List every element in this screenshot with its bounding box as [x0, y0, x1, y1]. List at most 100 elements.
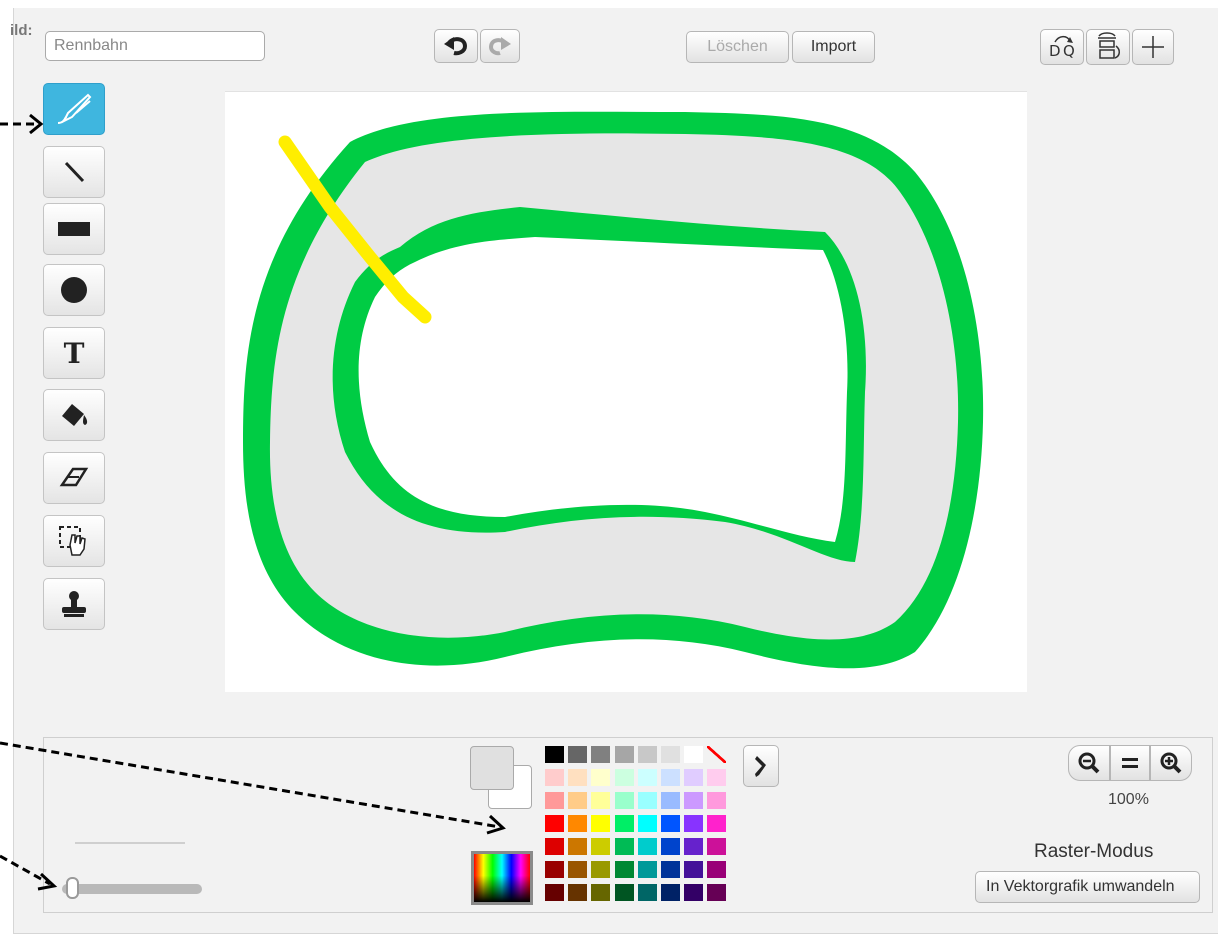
color-swatch[interactable]	[568, 769, 588, 786]
brush-size-slider[interactable]	[62, 884, 202, 894]
color-swatch[interactable]	[591, 884, 611, 901]
color-swatch[interactable]	[591, 792, 611, 809]
color-swatch[interactable]	[684, 861, 704, 878]
tool-line[interactable]	[43, 146, 105, 198]
eraser-icon	[59, 467, 89, 487]
flip-horizontal-button[interactable]: D Q	[1040, 29, 1084, 65]
color-swatch[interactable]	[568, 838, 588, 855]
tool-rectangle[interactable]	[43, 203, 105, 255]
color-swatch[interactable]	[637, 884, 657, 901]
tool-select[interactable]	[43, 515, 105, 567]
color-swatch[interactable]	[661, 746, 680, 763]
color-swatch[interactable]	[637, 746, 657, 763]
color-swatch[interactable]	[591, 769, 611, 786]
color-swatch[interactable]	[637, 861, 657, 878]
color-swatch[interactable]	[684, 838, 704, 855]
color-swatch[interactable]	[661, 838, 680, 855]
color-swatch[interactable]	[545, 861, 564, 878]
color-swatch[interactable]	[614, 769, 634, 786]
costume-name-input[interactable]	[45, 31, 265, 61]
tool-stamp[interactable]	[43, 578, 105, 630]
color-swatch[interactable]	[637, 838, 657, 855]
track-infield	[358, 237, 848, 542]
color-palette	[545, 746, 735, 906]
color-swatch[interactable]	[568, 884, 588, 901]
zoom-level: 100%	[1108, 791, 1149, 808]
color-swatch[interactable]	[637, 815, 657, 832]
color-swatch[interactable]	[637, 769, 657, 786]
color-swatch[interactable]	[684, 884, 704, 901]
brush-icon	[57, 93, 92, 124]
mode-label: Raster-Modus	[1034, 841, 1154, 862]
color-swatch[interactable]	[661, 769, 680, 786]
color-swatch[interactable]	[568, 746, 588, 763]
rectangle-icon	[58, 222, 90, 236]
zoom-in-button[interactable]	[1150, 745, 1192, 781]
color-swatch[interactable]	[614, 884, 634, 901]
convert-to-vector-button[interactable]: In Vektorgrafik umwandeln	[975, 871, 1200, 903]
transparent-swatch[interactable]	[707, 746, 727, 763]
tool-ellipse[interactable]	[43, 264, 105, 316]
color-swatch[interactable]	[568, 861, 588, 878]
color-swatch[interactable]	[568, 792, 588, 809]
tool-brush[interactable]	[43, 83, 105, 135]
color-swatch[interactable]	[661, 884, 680, 901]
color-swatch[interactable]	[614, 861, 634, 878]
undo-button[interactable]	[434, 29, 478, 63]
eyedropper-button[interactable]	[743, 745, 779, 787]
color-swatch[interactable]	[707, 861, 727, 878]
zoom-out-button[interactable]	[1068, 745, 1110, 781]
zoom-reset-button[interactable]	[1110, 745, 1150, 781]
color-swatch[interactable]	[545, 884, 564, 901]
brush-size-slider-thumb[interactable]	[66, 877, 79, 899]
color-swatch[interactable]	[707, 792, 727, 809]
color-swatch[interactable]	[614, 838, 634, 855]
primary-color-swatch[interactable]	[470, 746, 514, 790]
color-swatch[interactable]	[707, 884, 727, 901]
zoom-reset-icon	[1122, 758, 1138, 768]
color-spectrum-button[interactable]	[471, 851, 533, 905]
color-swatch[interactable]	[591, 746, 611, 763]
eyedropper-icon	[755, 756, 766, 777]
color-swatch[interactable]	[591, 861, 611, 878]
tool-text[interactable]: T	[43, 327, 105, 379]
color-swatch[interactable]	[637, 792, 657, 809]
color-swatch[interactable]	[661, 861, 680, 878]
tool-eraser[interactable]	[43, 452, 105, 504]
color-swatch[interactable]	[545, 838, 564, 855]
set-center-button[interactable]	[1132, 29, 1174, 65]
color-swatch[interactable]	[661, 792, 680, 809]
import-button[interactable]: Import	[792, 31, 875, 63]
color-swatch[interactable]	[614, 815, 634, 832]
color-swatch[interactable]	[614, 746, 634, 763]
color-swatch[interactable]	[614, 792, 634, 809]
svg-text:Q: Q	[1063, 42, 1075, 60]
color-swatch[interactable]	[591, 815, 611, 832]
color-swatch[interactable]	[591, 838, 611, 855]
color-swatch[interactable]	[684, 792, 704, 809]
paint-editor: ild: Löschen Import D Q	[0, 0, 1218, 934]
color-swatch[interactable]	[661, 815, 680, 832]
color-swatch[interactable]	[568, 815, 588, 832]
flip-vertical-button[interactable]	[1086, 29, 1130, 65]
color-swatch[interactable]	[684, 769, 704, 786]
tool-fill[interactable]	[43, 389, 105, 441]
color-swatch[interactable]	[707, 838, 727, 855]
color-swatch[interactable]	[545, 746, 564, 763]
color-swatch[interactable]	[707, 769, 727, 786]
undo-icon	[444, 37, 468, 56]
crosshair-icon	[1142, 36, 1164, 58]
redo-icon	[488, 37, 511, 56]
color-swatch[interactable]	[684, 746, 704, 763]
drawing-canvas[interactable]	[225, 91, 1027, 692]
color-swatch[interactable]	[545, 769, 564, 786]
color-swatch[interactable]	[545, 815, 564, 832]
color-swatch[interactable]	[545, 792, 564, 809]
color-swatch[interactable]	[684, 815, 704, 832]
zoom-out-icon	[1078, 752, 1100, 774]
redo-button[interactable]	[480, 29, 520, 63]
color-swatch[interactable]	[707, 815, 727, 832]
brush-size-preview	[75, 842, 185, 844]
clear-button[interactable]: Löschen	[686, 31, 789, 63]
ellipse-icon	[61, 277, 87, 303]
